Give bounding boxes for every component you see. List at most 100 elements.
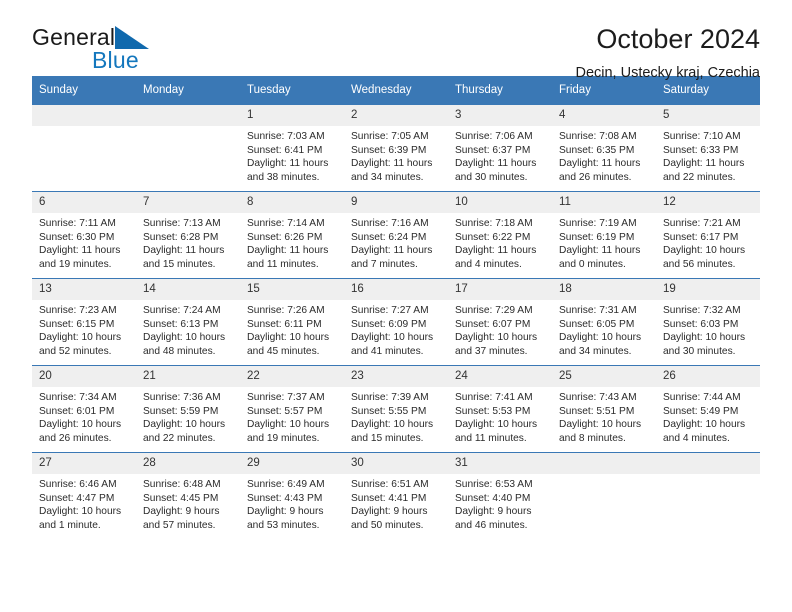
sunset-text: Sunset: 5:59 PM: [143, 405, 219, 417]
sunrise-text: Sunrise: 7:26 AM: [247, 305, 325, 316]
calendar-day-cell[interactable]: 24 Sunrise: 7:41 AM Sunset: 5:53 PM Dayligh…: [448, 365, 552, 453]
day-sun-info: Sunrise: 7:13 AM Sunset: 6:28 PM Daylight:…: [136, 213, 240, 271]
day-sun-info: Sunrise: 7:14 AM Sunset: 6:26 PM Daylight:…: [240, 213, 344, 271]
day-sun-info: Sunrise: 7:39 AM Sunset: 5:55 PM Daylight:…: [344, 387, 448, 445]
sunset-text: Sunset: 6:35 PM: [559, 144, 635, 156]
calendar-day-cell[interactable]: 2 Sunrise: 7:05 AM Sunset: 6:39 PM Daylight…: [344, 105, 448, 192]
day-number: 14: [136, 279, 240, 300]
calendar-day-cell[interactable]: 14 Sunrise: 7:24 AM Sunset: 6:13 PM Dayligh…: [136, 278, 240, 366]
calendar-day-cell[interactable]: 7 Sunrise: 7:13 AM Sunset: 6:28 PM Daylight…: [136, 191, 240, 279]
calendar-week-row: 1 Sunrise: 7:03 AM Sunset: 6:41 PM Daylight…: [32, 105, 760, 192]
day-sun-info: Sunrise: 6:48 AM Sunset: 4:45 PM Daylight:…: [136, 474, 240, 532]
day-sun-info: Sunrise: 7:34 AM Sunset: 6:01 PM Daylight:…: [32, 387, 136, 445]
day-sun-info: Sunrise: 7:24 AM Sunset: 6:13 PM Daylight:…: [136, 300, 240, 358]
day-sun-info: Sunrise: 6:46 AM Sunset: 4:47 PM Daylight:…: [32, 474, 136, 532]
calendar-day-cell[interactable]: 20 Sunrise: 7:34 AM Sunset: 6:01 PM Dayligh…: [32, 365, 136, 453]
day-sun-info: Sunrise: 7:03 AM Sunset: 6:41 PM Daylight:…: [240, 126, 344, 184]
calendar-day-cell[interactable]: 29 Sunrise: 6:49 AM Sunset: 4:43 PM Dayligh…: [240, 452, 344, 539]
page-header: General Blue October 2024 Decin, Ustecky…: [32, 0, 760, 81]
calendar-day-cell[interactable]: 6 Sunrise: 7:11 AM Sunset: 6:30 PM Daylight…: [32, 191, 136, 279]
day-number: 1: [240, 105, 344, 126]
daylight-text: Daylight: 10 hours and 37 minutes.: [455, 332, 538, 357]
sunset-text: Sunset: 5:57 PM: [247, 405, 323, 417]
calendar-day-cell[interactable]: 21 Sunrise: 7:36 AM Sunset: 5:59 PM Dayligh…: [136, 365, 240, 453]
calendar-day-cell[interactable]: 5 Sunrise: 7:10 AM Sunset: 6:33 PM Daylight…: [656, 105, 760, 192]
sunrise-text: Sunrise: 7:34 AM: [39, 392, 117, 403]
calendar-day-cell[interactable]: 4 Sunrise: 7:08 AM Sunset: 6:35 PM Daylight…: [552, 105, 656, 192]
calendar-day-cell-empty: [552, 452, 656, 539]
day-number: 2: [344, 105, 448, 126]
calendar-day-cell[interactable]: 17 Sunrise: 7:29 AM Sunset: 6:07 PM Dayligh…: [448, 278, 552, 366]
calendar-day-cell[interactable]: 19 Sunrise: 7:32 AM Sunset: 6:03 PM Dayligh…: [656, 278, 760, 366]
calendar-day-cell[interactable]: 3 Sunrise: 7:06 AM Sunset: 6:37 PM Daylight…: [448, 105, 552, 192]
sunset-text: Sunset: 6:05 PM: [559, 318, 635, 330]
day-number: 31: [448, 453, 552, 474]
calendar-day-cell[interactable]: 16 Sunrise: 7:27 AM Sunset: 6:09 PM Dayligh…: [344, 278, 448, 366]
calendar-day-cell[interactable]: 11 Sunrise: 7:19 AM Sunset: 6:19 PM Dayligh…: [552, 191, 656, 279]
calendar-day-cell[interactable]: 28 Sunrise: 6:48 AM Sunset: 4:45 PM Dayligh…: [136, 452, 240, 539]
calendar-day-cell[interactable]: 13 Sunrise: 7:23 AM Sunset: 6:15 PM Dayligh…: [32, 278, 136, 366]
sunset-text: Sunset: 6:24 PM: [351, 231, 427, 243]
day-number: 4: [552, 105, 656, 126]
calendar-day-cell[interactable]: 31 Sunrise: 6:53 AM Sunset: 4:40 PM Dayligh…: [448, 452, 552, 539]
calendar-day-cell[interactable]: 9 Sunrise: 7:16 AM Sunset: 6:24 PM Daylight…: [344, 191, 448, 279]
day-number: 24: [448, 366, 552, 387]
calendar-day-cell[interactable]: 15 Sunrise: 7:26 AM Sunset: 6:11 PM Dayligh…: [240, 278, 344, 366]
brand-logo: General Blue: [32, 24, 262, 76]
sunset-text: Sunset: 4:43 PM: [247, 492, 323, 504]
sunset-text: Sunset: 6:39 PM: [351, 144, 427, 156]
weekday-header-tuesday: Tuesday: [240, 76, 344, 105]
sunset-text: Sunset: 6:41 PM: [247, 144, 323, 156]
sunset-text: Sunset: 6:26 PM: [247, 231, 323, 243]
day-number: 26: [656, 366, 760, 387]
day-number: 16: [344, 279, 448, 300]
location-subtitle: Decin, Ustecky kraj, Czechia: [575, 65, 760, 81]
calendar-day-cell[interactable]: 1 Sunrise: 7:03 AM Sunset: 6:41 PM Daylight…: [240, 105, 344, 192]
daylight-text: Daylight: 10 hours and 1 minute.: [39, 506, 122, 531]
calendar-day-cell[interactable]: 10 Sunrise: 7:18 AM Sunset: 6:22 PM Dayligh…: [448, 191, 552, 279]
calendar-week-row: 6 Sunrise: 7:11 AM Sunset: 6:30 PM Daylight…: [32, 191, 760, 279]
daylight-text: Daylight: 9 hours and 50 minutes.: [351, 506, 428, 531]
calendar-day-cell[interactable]: 22 Sunrise: 7:37 AM Sunset: 5:57 PM Dayligh…: [240, 365, 344, 453]
sunset-text: Sunset: 5:49 PM: [663, 405, 739, 417]
day-number: 12: [656, 192, 760, 213]
sunrise-text: Sunrise: 7:05 AM: [351, 131, 429, 142]
daylight-text: Daylight: 10 hours and 52 minutes.: [39, 332, 122, 357]
sunrise-text: Sunrise: 7:23 AM: [39, 305, 117, 316]
calendar-day-cell[interactable]: 18 Sunrise: 7:31 AM Sunset: 6:05 PM Dayligh…: [552, 278, 656, 366]
calendar-day-cell[interactable]: 23 Sunrise: 7:39 AM Sunset: 5:55 PM Dayligh…: [344, 365, 448, 453]
day-number: 7: [136, 192, 240, 213]
daylight-text: Daylight: 11 hours and 15 minutes.: [143, 245, 225, 270]
weekday-header-sunday: Sunday: [32, 76, 136, 105]
sunrise-text: Sunrise: 7:39 AM: [351, 392, 429, 403]
daylight-text: Daylight: 9 hours and 46 minutes.: [455, 506, 532, 531]
day-sun-info: Sunrise: 6:51 AM Sunset: 4:41 PM Daylight:…: [344, 474, 448, 532]
day-number: 9: [344, 192, 448, 213]
calendar-day-cell[interactable]: 8 Sunrise: 7:14 AM Sunset: 6:26 PM Daylight…: [240, 191, 344, 279]
sunrise-text: Sunrise: 7:18 AM: [455, 218, 533, 229]
day-number: 25: [552, 366, 656, 387]
calendar-day-cell[interactable]: 25 Sunrise: 7:43 AM Sunset: 5:51 PM Dayligh…: [552, 365, 656, 453]
day-number: 6: [32, 192, 136, 213]
brand-triangle-icon: [115, 26, 149, 49]
day-sun-info: Sunrise: 7:11 AM Sunset: 6:30 PM Daylight:…: [32, 213, 136, 271]
sunrise-text: Sunrise: 7:36 AM: [143, 392, 221, 403]
day-sun-info: Sunrise: 7:32 AM Sunset: 6:03 PM Daylight:…: [656, 300, 760, 358]
calendar-day-cell[interactable]: 12 Sunrise: 7:21 AM Sunset: 6:17 PM Dayligh…: [656, 191, 760, 279]
daylight-text: Daylight: 10 hours and 22 minutes.: [143, 419, 226, 444]
calendar-day-cell[interactable]: 30 Sunrise: 6:51 AM Sunset: 4:41 PM Dayligh…: [344, 452, 448, 539]
sunrise-text: Sunrise: 7:21 AM: [663, 218, 741, 229]
calendar-day-cell[interactable]: 27 Sunrise: 6:46 AM Sunset: 4:47 PM Dayligh…: [32, 452, 136, 539]
day-number: 20: [32, 366, 136, 387]
day-sun-info: Sunrise: 7:26 AM Sunset: 6:11 PM Daylight:…: [240, 300, 344, 358]
day-sun-info: Sunrise: 7:37 AM Sunset: 5:57 PM Daylight:…: [240, 387, 344, 445]
calendar-day-cell[interactable]: 26 Sunrise: 7:44 AM Sunset: 5:49 PM Dayligh…: [656, 365, 760, 453]
sunset-text: Sunset: 6:33 PM: [663, 144, 739, 156]
sunset-text: Sunset: 6:11 PM: [247, 318, 322, 330]
day-sun-info: Sunrise: 7:19 AM Sunset: 6:19 PM Daylight:…: [552, 213, 656, 271]
sunrise-text: Sunrise: 7:41 AM: [455, 392, 533, 403]
daylight-text: Daylight: 10 hours and 34 minutes.: [559, 332, 642, 357]
sunset-text: Sunset: 5:55 PM: [351, 405, 427, 417]
day-sun-info: Sunrise: 6:49 AM Sunset: 4:43 PM Daylight:…: [240, 474, 344, 532]
sunrise-text: Sunrise: 6:49 AM: [247, 479, 325, 490]
